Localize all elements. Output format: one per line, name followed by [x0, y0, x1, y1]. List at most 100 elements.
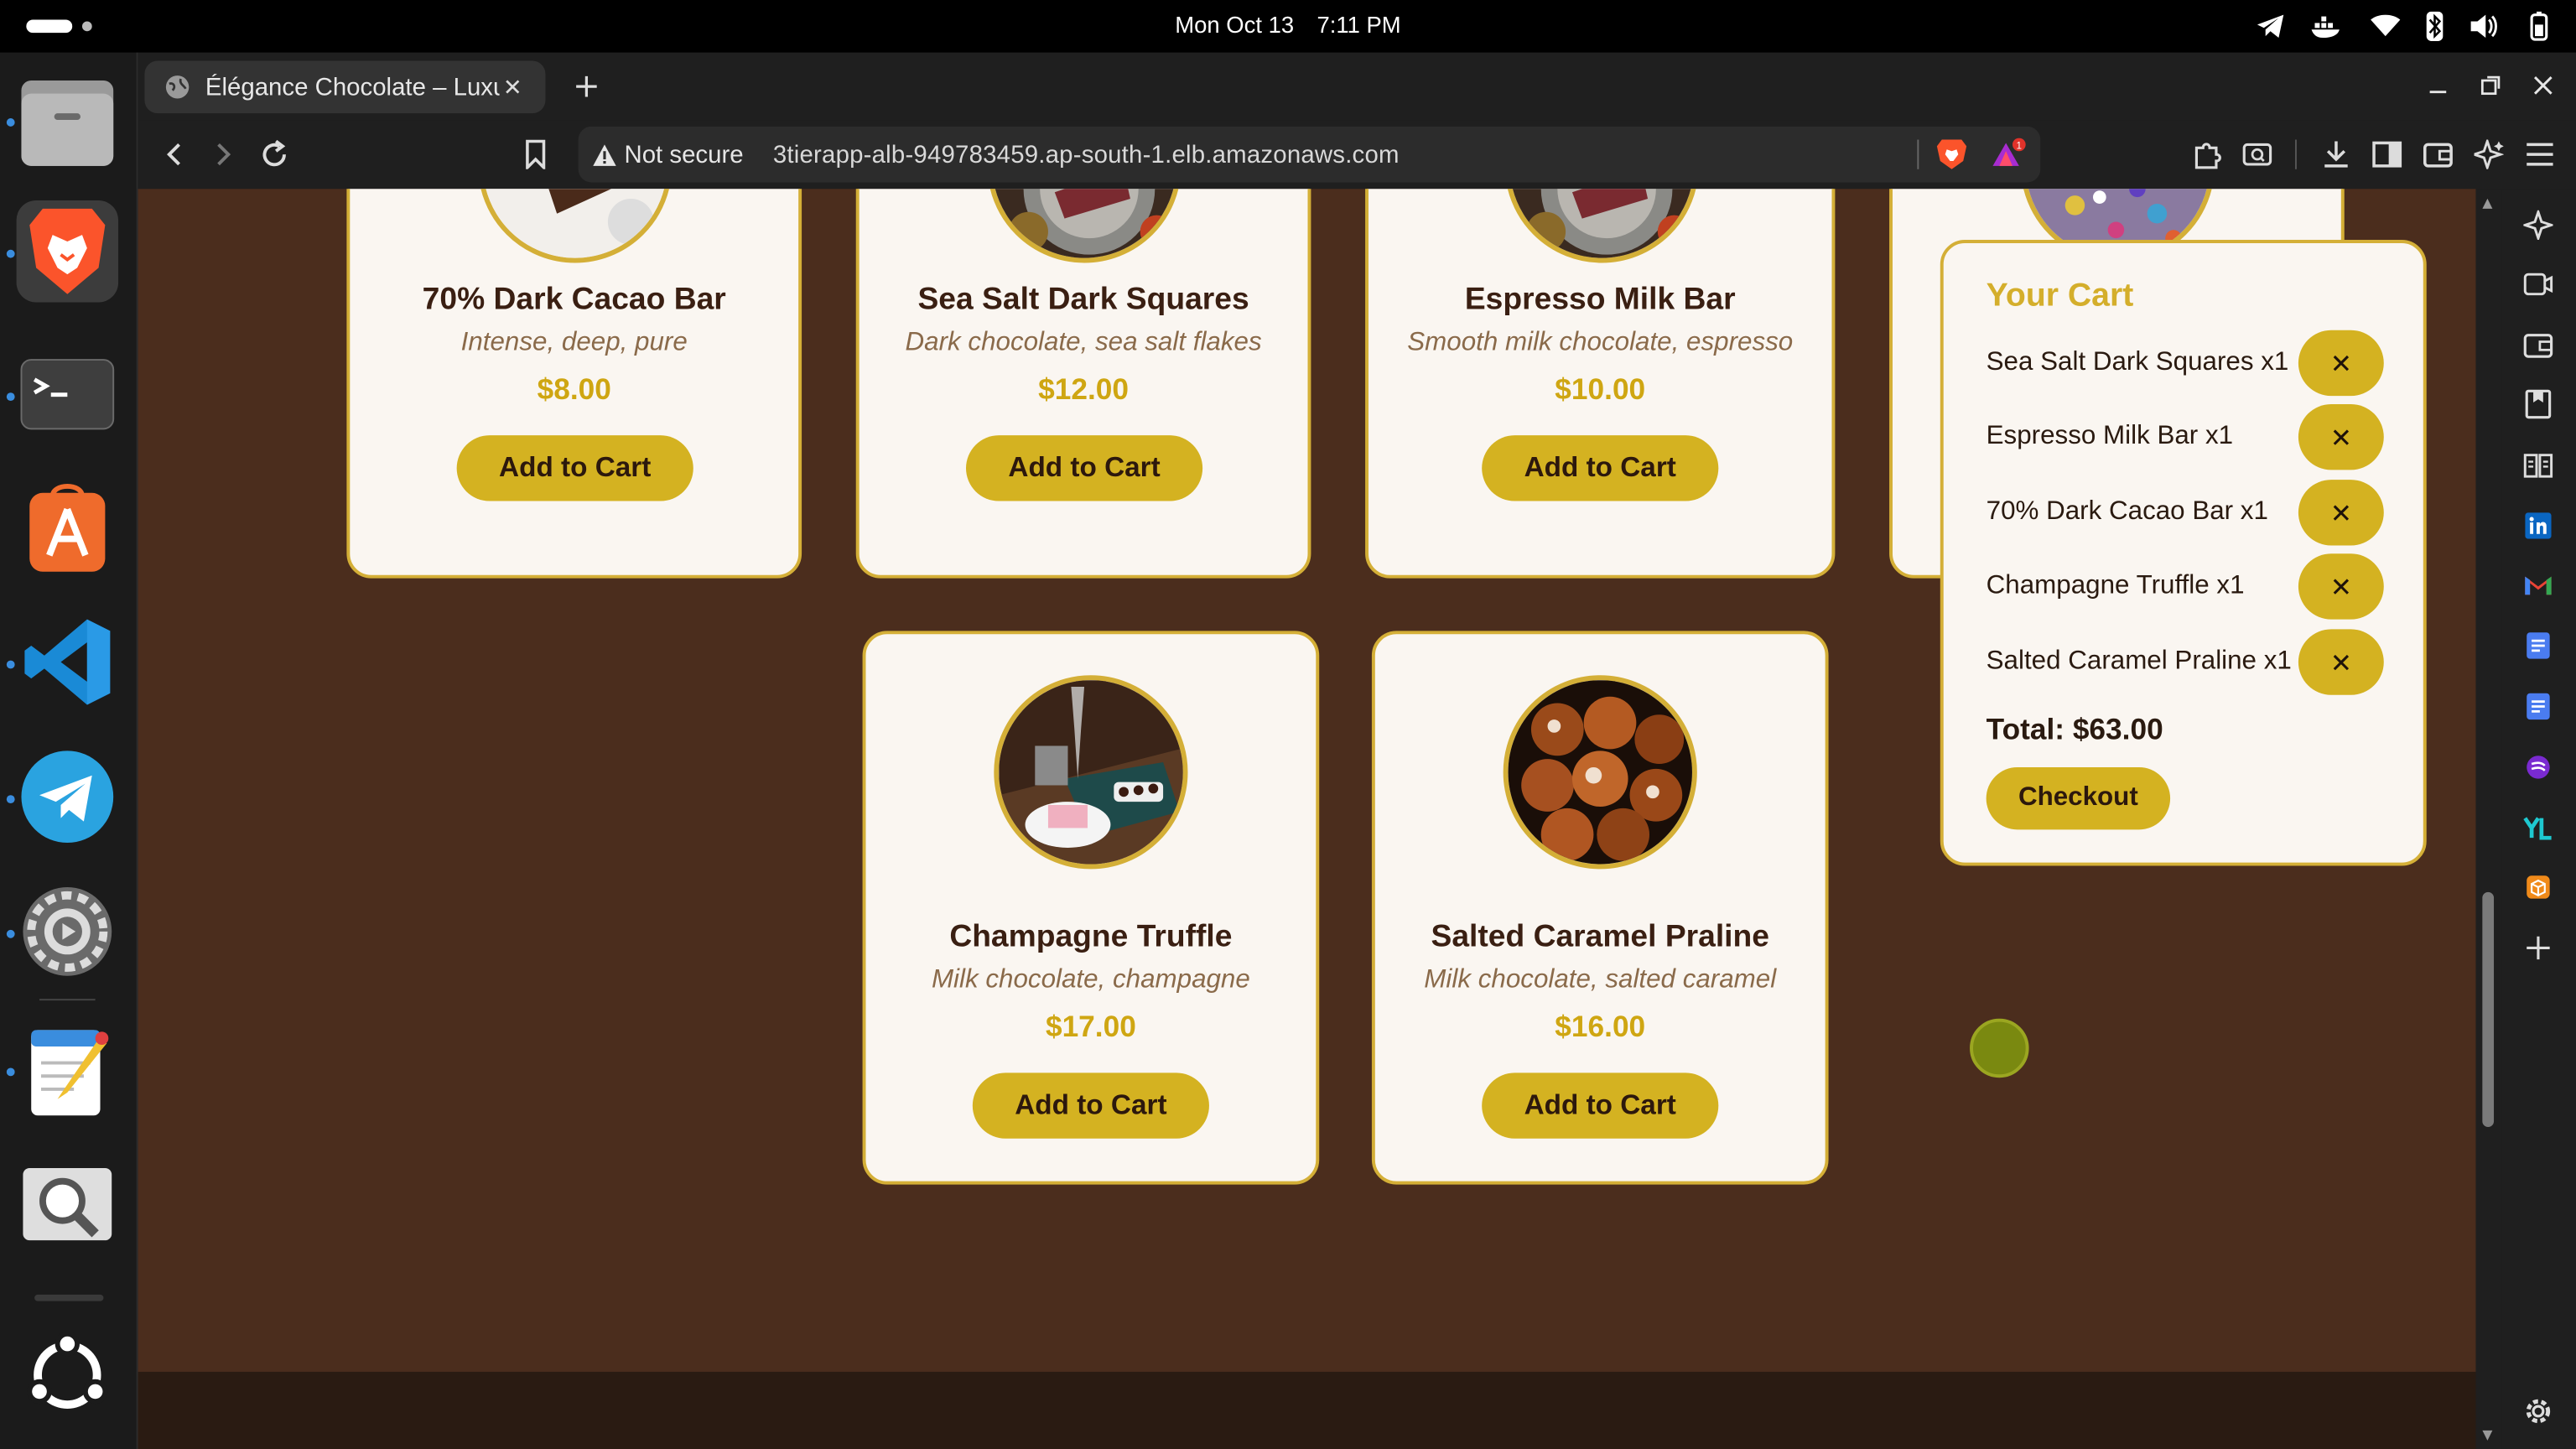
bookmark-button[interactable]	[516, 135, 555, 174]
running-indicator	[6, 795, 15, 804]
docker-tray-icon[interactable]	[2310, 13, 2346, 39]
security-status[interactable]: Not secure	[624, 141, 743, 169]
product-image	[994, 675, 1188, 870]
tab-close-icon[interactable]: ✕	[500, 73, 526, 100]
reader-mode-button[interactable]	[2237, 135, 2277, 174]
sidebar-docs-2-icon[interactable]	[2521, 690, 2554, 723]
brave-shields-icon[interactable]	[1935, 138, 1968, 171]
product-card: 70% Dark Cacao Bar Intense, deep, pure $…	[346, 189, 802, 579]
bluetooth-icon[interactable]	[2425, 11, 2445, 41]
product-name: Salted Caramel Praline	[1431, 920, 1769, 955]
image-viewer-icon	[23, 1167, 112, 1241]
cart-item: Champagne Truffle x1 ✕	[1987, 553, 2413, 620]
sidebar-wallet-icon[interactable]	[2521, 329, 2554, 361]
extensions-button[interactable]	[2189, 135, 2228, 174]
sidebar-reading-list-icon[interactable]	[2521, 449, 2554, 481]
browser-toolbar: Not secure 3tierapp-alb-949783459.ap-sou…	[138, 120, 2576, 190]
minimize-button[interactable]	[2422, 69, 2454, 101]
dock-files[interactable]	[17, 70, 118, 172]
downloads-button[interactable]	[2316, 135, 2355, 174]
warning-icon[interactable]	[591, 141, 617, 167]
system-tray[interactable]	[2256, 8, 2553, 44]
pointer-highlight	[1970, 1018, 2029, 1078]
dock-brave[interactable]	[16, 200, 119, 303]
sidebar-bookmarks-icon[interactable]	[2521, 387, 2554, 420]
running-indicator	[6, 1067, 15, 1077]
product-description: Dark chocolate, sea salt flakes	[905, 328, 1262, 357]
volume-icon[interactable]	[2470, 13, 2499, 39]
product-image	[478, 189, 673, 263]
sidebar-panel-icon	[2372, 141, 2402, 168]
url-text[interactable]: 3tierapp-alb-949783459.ap-south-1.elb.am…	[773, 141, 1400, 169]
power-battery-icon[interactable]	[2523, 11, 2553, 41]
scroll-thumb[interactable]	[2482, 891, 2495, 1128]
page-footer	[138, 1371, 2476, 1449]
sidebar-toggle-button[interactable]	[2367, 135, 2407, 174]
cart-total: Total: $63.00	[1986, 713, 2163, 746]
scroll-down-arrow-icon[interactable]: ▼	[2482, 1428, 2492, 1443]
product-image	[1503, 675, 1697, 870]
cart-item-label: Espresso Milk Bar x1	[1986, 422, 2234, 450]
close-window-button[interactable]	[2527, 69, 2559, 101]
wallet-button[interactable]	[2418, 135, 2458, 174]
add-to-cart-button[interactable]: Add to Cart	[972, 1072, 1209, 1139]
page-scrollbar[interactable]: ▲ ▼	[2475, 189, 2502, 1449]
sidebar-app-purple-icon[interactable]	[2521, 750, 2554, 783]
sidebar-package-icon[interactable]	[2521, 870, 2554, 903]
wifi-icon[interactable]	[2371, 14, 2401, 38]
telegram-tray-icon[interactable]	[2256, 13, 2285, 39]
forward-button[interactable]	[204, 135, 243, 174]
product-image	[987, 189, 1182, 263]
leo-ai-button[interactable]	[2470, 135, 2509, 174]
dock-telegram[interactable]	[17, 745, 118, 847]
add-to-cart-button[interactable]: Add to Cart	[1482, 435, 1719, 501]
checkout-button[interactable]: Checkout	[1986, 766, 2171, 830]
sidebar-talk-icon[interactable]	[2521, 267, 2554, 300]
sidebar-settings-gear-icon[interactable]	[2521, 1394, 2554, 1427]
product-name: 70% Dark Cacao Bar	[422, 282, 726, 318]
running-indicator	[6, 929, 15, 938]
remove-item-button[interactable]: ✕	[2298, 629, 2384, 695]
telegram-icon	[21, 750, 114, 844]
running-indicator	[6, 392, 15, 402]
address-bar[interactable]: Not secure 3tierapp-alb-949783459.ap-sou…	[578, 126, 2041, 183]
restore-icon	[2480, 75, 2501, 96]
show-apps-button[interactable]	[17, 1324, 118, 1426]
product-price: $16.00	[1555, 1010, 1646, 1044]
sidebar-add-icon[interactable]	[2521, 932, 2554, 964]
new-tab-button[interactable]: +	[569, 65, 605, 105]
dock-text-editor[interactable]	[17, 1021, 118, 1122]
remove-item-button[interactable]: ✕	[2298, 553, 2384, 620]
cart-item: Sea Salt Dark Squares x1 ✕	[1986, 330, 2413, 397]
maximize-button[interactable]	[2475, 69, 2507, 101]
sidebar-docs-icon[interactable]	[2521, 629, 2554, 662]
vscode-icon	[24, 619, 111, 705]
main-menu-button[interactable]	[2520, 135, 2559, 174]
cart-item-label: Sea Salt Dark Squares x1	[1986, 348, 2289, 377]
sidebar-linkedin-icon[interactable]	[2521, 509, 2554, 542]
brave-rewards-icon[interactable]: 1	[1992, 138, 2028, 171]
add-to-cart-button[interactable]: Add to Cart	[456, 435, 693, 501]
product-description: Intense, deep, pure	[460, 328, 688, 357]
back-button[interactable]	[154, 135, 194, 174]
remove-item-button[interactable]: ✕	[2298, 403, 2384, 470]
active-tab[interactable]: Élégance Chocolate – Luxury Chocolates ✕	[144, 60, 546, 114]
add-to-cart-button[interactable]: Add to Cart	[1482, 1072, 1719, 1139]
dock-image-viewer[interactable]	[17, 1153, 118, 1254]
dock-settings[interactable]	[17, 880, 118, 982]
scroll-up-arrow-icon[interactable]: ▲	[2482, 195, 2492, 210]
remove-item-button[interactable]: ✕	[2298, 480, 2384, 546]
dock-vscode[interactable]	[17, 611, 118, 713]
remove-item-button[interactable]: ✕	[2298, 330, 2384, 397]
reload-button[interactable]	[255, 135, 294, 174]
clock[interactable]: Mon Oct 13 7:11 PM	[0, 12, 2576, 38]
product-price: $10.00	[1555, 372, 1646, 406]
sidebar-gmail-icon[interactable]	[2521, 569, 2554, 601]
add-to-cart-button[interactable]: Add to Cart	[966, 435, 1203, 501]
cart-item-label: Salted Caramel Praline x1	[1986, 647, 2292, 676]
dock-terminal[interactable]	[17, 343, 118, 444]
dock-app-center[interactable]	[17, 476, 118, 578]
terminal-icon	[20, 359, 115, 430]
sidebar-leo-icon[interactable]	[2521, 209, 2554, 242]
sidebar-yl-icon[interactable]	[2521, 812, 2554, 844]
